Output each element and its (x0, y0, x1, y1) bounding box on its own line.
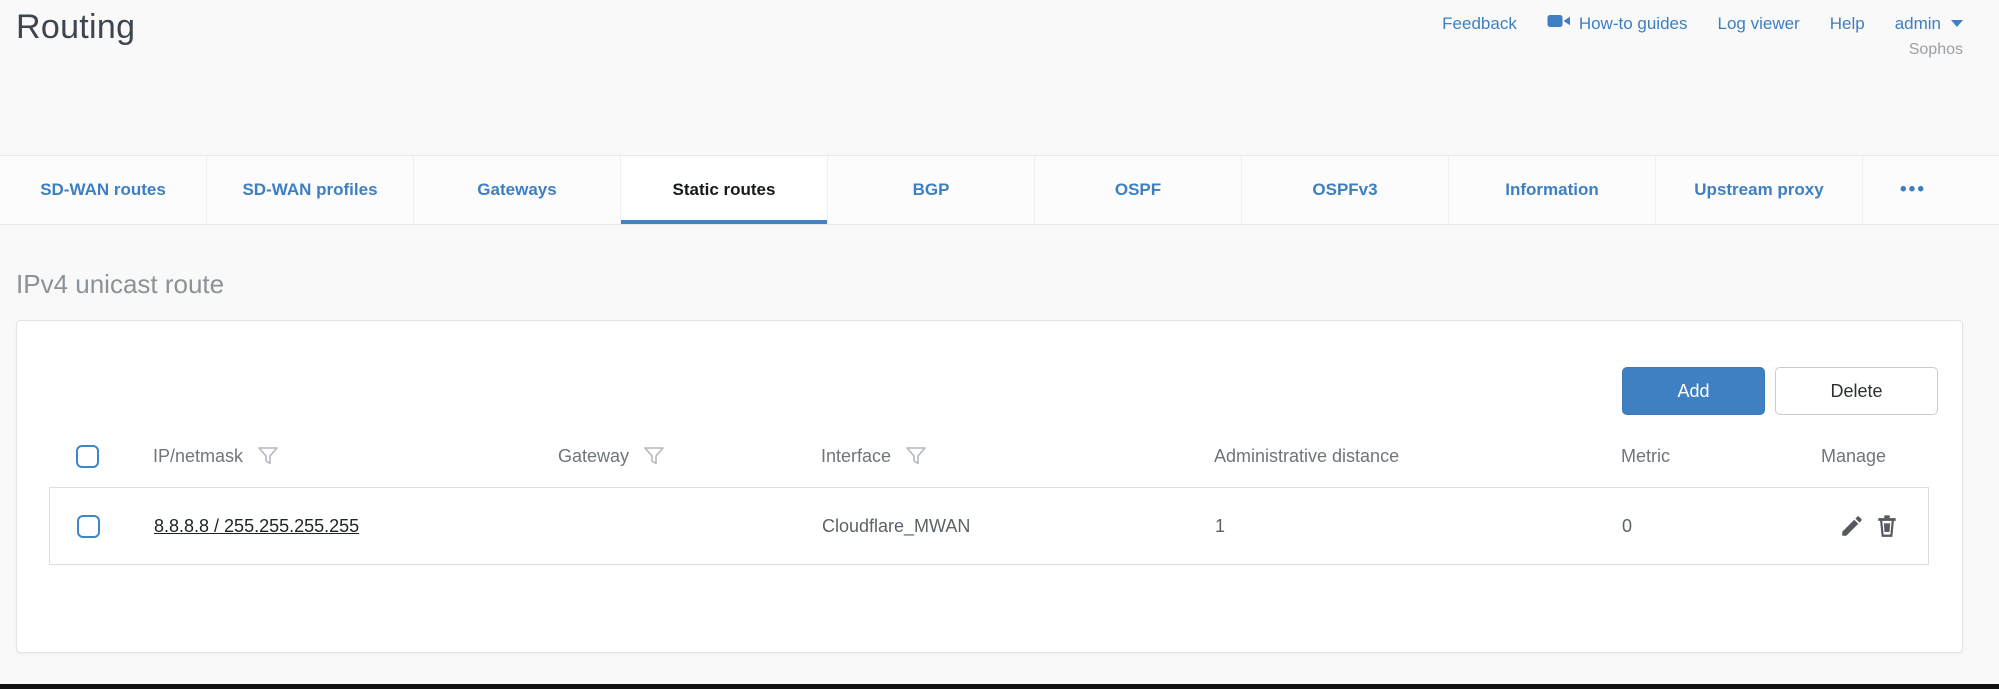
row-metric-cell: 0 (1622, 516, 1782, 537)
row-ip-netmask-cell: 8.8.8.8 / 255.255.255.255 (154, 516, 559, 537)
table-row: 8.8.8.8 / 255.255.255.255 Cloudflare_MWA… (49, 487, 1929, 565)
section-title: IPv4 unicast route (16, 269, 1963, 300)
help-label: Help (1830, 14, 1865, 34)
row-admin-distance-cell: 1 (1215, 516, 1622, 537)
feedback-label: Feedback (1442, 14, 1517, 34)
delete-button[interactable]: Delete (1775, 367, 1938, 415)
route-link[interactable]: 8.8.8.8 / 255.255.255.255 (154, 516, 359, 536)
tab-gateways[interactable]: Gateways (414, 156, 621, 224)
row-manage-cell (1782, 513, 1928, 539)
column-interface-label: Interface (821, 446, 891, 467)
top-nav: Feedback How-to guides Log viewer Help a… (1442, 12, 1963, 35)
admin-menu[interactable]: admin (1895, 14, 1963, 34)
column-admin-distance-label: Administrative distance (1214, 446, 1399, 467)
log-viewer-label: Log viewer (1718, 14, 1800, 34)
tab-bgp[interactable]: BGP (828, 156, 1035, 224)
column-interface: Interface (821, 445, 1214, 467)
account-name: Sophos (1442, 41, 1963, 59)
table-header-row: IP/netmask Gateway Interface Administrat… (41, 425, 1938, 487)
top-nav-wrap: Feedback How-to guides Log viewer Help a… (1442, 12, 1963, 59)
column-ip-netmask: IP/netmask (153, 445, 558, 467)
howto-guides-link[interactable]: How-to guides (1547, 12, 1688, 35)
column-manage-label: Manage (1821, 446, 1886, 467)
tab-sd-wan-profiles[interactable]: SD-WAN profiles (207, 156, 414, 224)
column-admin-distance: Administrative distance (1214, 446, 1621, 467)
feedback-link[interactable]: Feedback (1442, 14, 1517, 34)
select-all-cell (41, 445, 153, 468)
tab-sd-wan-routes[interactable]: SD-WAN routes (0, 156, 207, 224)
tab-upstream-proxy[interactable]: Upstream proxy (1656, 156, 1863, 224)
column-ip-netmask-label: IP/netmask (153, 446, 243, 467)
screen-bottom-edge (0, 684, 1999, 689)
log-viewer-link[interactable]: Log viewer (1718, 14, 1800, 34)
video-camera-icon (1547, 12, 1571, 35)
howto-guides-label: How-to guides (1579, 14, 1688, 34)
row-interface-cell: Cloudflare_MWAN (822, 516, 1215, 537)
row-checkbox[interactable] (77, 515, 100, 538)
column-gateway-label: Gateway (558, 446, 629, 467)
column-gateway: Gateway (558, 445, 821, 467)
add-button[interactable]: Add (1622, 367, 1765, 415)
chevron-down-icon (1951, 20, 1963, 27)
column-metric: Metric (1621, 446, 1781, 467)
page-title: Routing (16, 8, 135, 47)
admin-label: admin (1895, 14, 1941, 34)
tab-overflow-ellipsis-icon[interactable]: ••• (1863, 156, 1963, 224)
routes-card: Add Delete IP/netmask Gateway Interfac (16, 320, 1963, 653)
row-select-cell (50, 515, 154, 538)
main-content: IPv4 unicast route Add Delete IP/netmask… (0, 269, 1999, 653)
tab-information[interactable]: Information (1449, 156, 1656, 224)
edit-pencil-icon[interactable] (1839, 513, 1865, 539)
tab-static-routes[interactable]: Static routes (621, 156, 828, 224)
tab-bar: SD-WAN routes SD-WAN profiles Gateways S… (0, 155, 1999, 225)
card-toolbar: Add Delete (41, 367, 1938, 415)
column-metric-label: Metric (1621, 446, 1670, 467)
select-all-checkbox[interactable] (76, 445, 99, 468)
top-header: Routing Feedback How-to guides Log viewe… (0, 0, 1999, 59)
column-manage: Manage (1781, 446, 1938, 467)
ip-netmask-filter-funnel-icon[interactable] (257, 445, 279, 467)
tab-ospfv3[interactable]: OSPFv3 (1242, 156, 1449, 224)
interface-filter-funnel-icon[interactable] (905, 445, 927, 467)
tab-ospf[interactable]: OSPF (1035, 156, 1242, 224)
gateway-filter-funnel-icon[interactable] (643, 445, 665, 467)
delete-trash-icon[interactable] (1874, 513, 1900, 539)
help-link[interactable]: Help (1830, 14, 1865, 34)
